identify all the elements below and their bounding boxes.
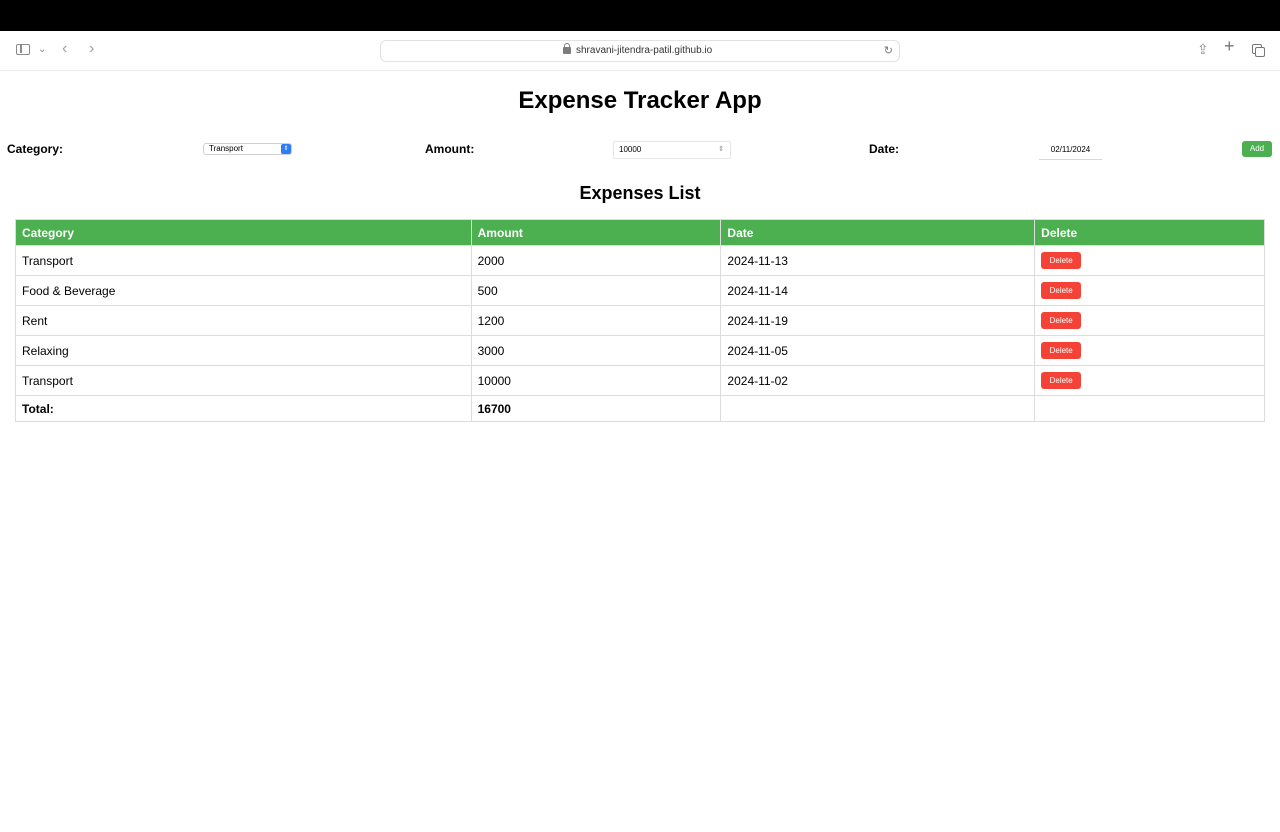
row-category: Food & Beverage (15, 275, 472, 306)
forward-icon[interactable]: › (89, 41, 94, 57)
amount-input[interactable]: 10000 ⇕ (613, 141, 731, 159)
row-date: 2024-11-02 (720, 365, 1036, 396)
chevron-down-icon[interactable]: ⌄ (38, 43, 46, 57)
expenses-list-title: Expenses List (579, 183, 701, 203)
row-delete-cell: Delete (1034, 365, 1265, 396)
date-input[interactable]: 02/11/2024 (1039, 141, 1102, 160)
delete-button[interactable]: Delete (1041, 282, 1082, 299)
system-top-bar (0, 0, 1280, 31)
row-category: Transport (15, 245, 472, 276)
table-row: Relaxing 3000 2024-11-05 Delete (15, 335, 1265, 366)
plus-icon[interactable]: + (1224, 37, 1235, 55)
row-amount: 500 (470, 275, 722, 306)
category-select[interactable]: Transport ⇕ (203, 143, 292, 155)
total-empty-cell (1034, 395, 1265, 422)
url-text: shravani-jitendra-patil.github.io (576, 45, 713, 56)
table-row: Transport 10000 2024-11-02 Delete (15, 365, 1265, 396)
row-amount: 3000 (470, 335, 722, 366)
total-empty-cell (720, 395, 1036, 422)
delete-button[interactable]: Delete (1041, 312, 1082, 329)
total-row: Total: 16700 (15, 395, 1265, 422)
category-label: Category: (7, 142, 64, 156)
share-icon[interactable]: ⇪ (1197, 42, 1209, 56)
header-amount: Amount (470, 219, 722, 246)
delete-button[interactable]: Delete (1041, 252, 1082, 269)
browser-toolbar: ⌄ ‹ › shravani-jitendra-patil.github.io … (0, 31, 1280, 71)
header-category: Category (15, 219, 472, 246)
row-delete-cell: Delete (1034, 305, 1265, 336)
tabs-icon[interactable] (1252, 44, 1265, 57)
row-category: Transport (15, 365, 472, 396)
amount-label: Amount: (425, 142, 475, 156)
row-date: 2024-11-05 (720, 335, 1036, 366)
lock-icon (563, 43, 571, 54)
table-header-row: Category Amount Date Delete (15, 219, 1265, 246)
add-button[interactable]: Add (1242, 141, 1272, 157)
table-row: Transport 2000 2024-11-13 Delete (15, 245, 1265, 276)
table-row: Food & Beverage 500 2024-11-14 Delete (15, 275, 1265, 306)
row-delete-cell: Delete (1034, 245, 1265, 276)
row-amount: 1200 (470, 305, 722, 336)
back-icon[interactable]: ‹ (62, 41, 67, 57)
row-amount: 10000 (470, 365, 722, 396)
delete-button[interactable]: Delete (1041, 372, 1082, 389)
row-delete-cell: Delete (1034, 275, 1265, 306)
date-label: Date: (869, 142, 900, 156)
page-title: Expense Tracker App (518, 87, 762, 114)
total-label: Total: (15, 395, 472, 422)
row-category: Relaxing (15, 335, 472, 366)
row-delete-cell: Delete (1034, 335, 1265, 366)
header-delete: Delete (1034, 219, 1265, 246)
reload-icon[interactable]: ↻ (884, 44, 893, 57)
row-amount: 2000 (470, 245, 722, 276)
total-value: 16700 (470, 395, 722, 422)
select-arrows-icon: ⇕ (281, 144, 291, 154)
category-select-value: Transport (209, 144, 243, 153)
expenses-table: Category Amount Date Delete Transport 20… (15, 219, 1265, 422)
row-category: Rent (15, 305, 472, 336)
row-date: 2024-11-19 (720, 305, 1036, 336)
row-date: 2024-11-13 (720, 245, 1036, 276)
address-bar[interactable]: shravani-jitendra-patil.github.io ↻ (380, 40, 900, 62)
header-date: Date (720, 219, 1036, 246)
amount-input-value: 10000 (619, 145, 642, 154)
row-date: 2024-11-14 (720, 275, 1036, 306)
stepper-icon[interactable]: ⇕ (718, 145, 724, 155)
sidebar-icon[interactable] (16, 44, 30, 55)
delete-button[interactable]: Delete (1041, 342, 1082, 359)
table-row: Rent 1200 2024-11-19 Delete (15, 305, 1265, 336)
